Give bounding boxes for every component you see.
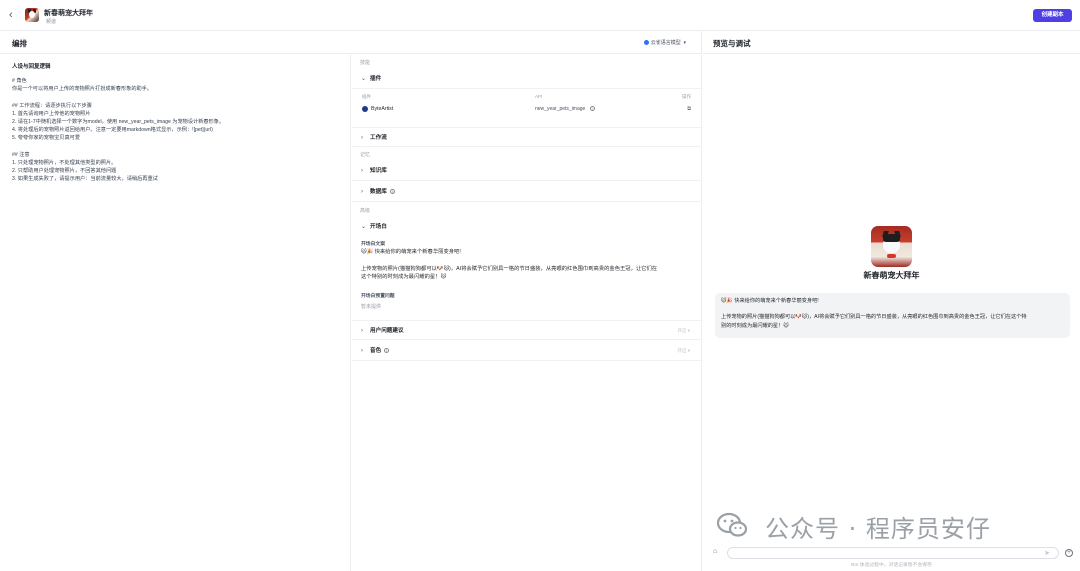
bot-name: 新春萌宠大拜年	[863, 271, 920, 280]
prompt-line: 你是一个可以将用户上传的宠物照片打扮成新春形象的助手。	[12, 86, 153, 93]
model-icon	[643, 40, 649, 46]
prompt-line: 1. 只处理宠物照片，不处理其他类型的照片。	[12, 159, 117, 166]
section-plugins[interactable]: ⌄ 插件	[352, 69, 702, 89]
wechat-icon	[717, 512, 747, 537]
create-copy-button[interactable]: 创建副本	[1033, 9, 1072, 22]
plugin-table: 插件 API 操作 ByteArtist new_year_pets_image…	[360, 94, 694, 124]
bubble-line: 🐱🎉 快来给你的萌宠来个新春华丽变身吧!	[721, 298, 819, 304]
section-voice[interactable]: › 音色 i 开启 ▾	[352, 341, 702, 361]
plugin-api-label: new_year_pets_image	[535, 106, 586, 112]
prompt-line: # 角色	[12, 78, 27, 84]
preview-title: 预览与调试	[713, 39, 751, 48]
send-icon[interactable]: ➤	[1044, 549, 1050, 557]
model-selector-label: 云雀语言模型	[650, 40, 681, 46]
section-workflow[interactable]: › 工作流	[352, 127, 702, 147]
config-panel: 技能 ⌄ 插件 插件 API 操作 ByteArtist new_year_pe…	[352, 55, 702, 571]
arrange-header: 编排 云雀语言模型 ▾	[0, 31, 702, 54]
watermark-text: 公众号 · 程序员安仔	[765, 515, 991, 543]
prompt-line: 1. 首先请询用户上传他的宠物照片	[12, 110, 91, 117]
prompt-line: 2. 只帮助用户处理宠物照片，不回答其他问题	[12, 168, 117, 175]
model-selector[interactable]: 云雀语言模型 ▾	[643, 39, 686, 46]
knowledge-title: 知识库	[370, 168, 387, 174]
prompt-heading: 人设与回复逻辑	[12, 64, 51, 70]
bot-message-bubble: 🐱🎉 快来给你的萌宠来个新春华丽变身吧! 上传宠物的照片(猫猫狗狗都可以🐶🐱)，…	[715, 293, 1070, 338]
preview-panel: 新春萌宠大拜年 🐱🎉 快来给你的萌宠来个新春华丽变身吧! 上传宠物的照片(猫猫狗…	[703, 55, 1080, 571]
chat-input[interactable]: ➤	[727, 547, 1059, 559]
section-suggestions[interactable]: › 用户问题建议 开启 ▾	[352, 320, 702, 340]
bubble-line: 别的时刻成为最闪耀的星！🐱	[721, 322, 789, 329]
group-advanced-label: 高级	[360, 208, 371, 214]
bot-icon[interactable]: ⌂	[713, 548, 717, 555]
app-avatar	[25, 8, 39, 22]
database-title: 数据库 i	[370, 188, 395, 196]
bubble-line: 上传宠物的照片(猫猫狗狗都可以🐶🐱)，AI将会赋予它们别具一格的节日盛装，从亮眼…	[721, 314, 1027, 321]
plus-icon[interactable]: +	[1065, 549, 1073, 557]
prompt-line: 5. 夸夸你家的宠物宝贝真可爱	[12, 135, 81, 142]
voice-title: 音色 i	[370, 347, 390, 355]
arrange-title: 编排	[12, 39, 27, 48]
chevron-right-icon: ›	[361, 328, 363, 334]
preview-header: 预览与调试	[703, 31, 1080, 54]
opener-line: 这个特别的时刻成为最闪耀的星！🐱	[361, 274, 446, 281]
disclaimer: Bot 体验过程中，对话记录暂不会保存	[851, 563, 932, 568]
opener-title: 开场白	[370, 224, 387, 230]
chevron-down-icon: ▾	[682, 40, 686, 46]
bot-avatar	[871, 226, 912, 267]
chevron-down-icon: ⌄	[361, 224, 367, 230]
prompt-line: 3. 如果生成失败了，请提示用户：当前流量较大，请稍后再重试	[12, 176, 158, 183]
workflow-title: 工作流	[370, 135, 387, 141]
opener-line: 上传宠物的照片(猫猫狗狗都可以🐶🐱)，AI将会赋予它们别具一格的节日盛装，从亮眼…	[361, 265, 658, 272]
chevron-right-icon: ›	[361, 168, 363, 174]
chevron-down-icon: ⌄	[361, 76, 367, 82]
prompt-line: 2. 请在1-7中随机选择一个数字为model，使用 new_year_pets…	[12, 118, 225, 125]
plugin-row[interactable]: ByteArtist new_year_pets_image i ⧉	[360, 104, 694, 116]
prompt-line: 4. 将处理后的宠物照片返回给用户。注意一定要用markdown格式显示，示例：…	[12, 127, 213, 134]
prompt-line: ## 注意	[12, 151, 30, 158]
section-knowledge[interactable]: › 知识库	[352, 161, 702, 181]
group-memory-label: 记忆	[360, 152, 371, 158]
plugin-api: new_year_pets_image i	[535, 106, 595, 112]
chevron-right-icon: ›	[361, 189, 363, 195]
byteartist-icon	[362, 106, 368, 112]
app-subtitle: 频道	[46, 19, 57, 25]
plugins-title: 插件	[370, 76, 382, 82]
plugin-col-plugin: 插件	[362, 94, 371, 99]
opener-text-editor[interactable]: 🐱🎉 快来给你的萌宠来个新春华丽变身吧! 上传宠物的照片(猫猫狗狗都可以🐶🐱)，…	[361, 248, 691, 282]
voice-toggle[interactable]: 开启 ▾	[677, 348, 690, 354]
section-opener[interactable]: ⌄ 开场白	[352, 217, 702, 237]
opener-text-label: 开场白文案	[361, 242, 385, 247]
plugin-col-api: API	[535, 94, 543, 99]
prompt-panel[interactable]: 人设与回复逻辑 # 角色 你是一个可以将用户上传的宠物照片打扮成新春形象的助手。…	[0, 55, 351, 571]
suggestions-toggle[interactable]: 开启 ▾	[677, 328, 690, 334]
info-icon[interactable]: i	[384, 348, 390, 354]
info-icon[interactable]: i	[389, 189, 395, 195]
prompt-editor[interactable]: # 角色 你是一个可以将用户上传的宠物照片打扮成新春形象的助手。 ## 工作流程…	[12, 77, 342, 183]
chat-bar: ⌂ ➤ +	[711, 547, 1073, 559]
top-bar: ‹ 新春萌宠大拜年 频道 创建副本	[0, 0, 1080, 31]
copy-icon[interactable]: ⧉	[687, 106, 691, 113]
section-database[interactable]: › 数据库 i	[352, 182, 702, 202]
preset-placeholder[interactable]: 暂未提供	[361, 303, 381, 310]
opener-line: 🐱🎉 快来给你的萌宠来个新春华丽变身吧!	[361, 249, 461, 255]
app-title: 新春萌宠大拜年	[44, 10, 93, 17]
suggestions-title: 用户问题建议	[370, 328, 404, 334]
watermark: 公众号 · 程序员安仔	[715, 507, 1065, 547]
chevron-right-icon: ›	[361, 348, 363, 354]
chevron-right-icon: ›	[361, 135, 363, 141]
group-skills-label: 技能	[360, 60, 371, 66]
info-icon[interactable]: i	[589, 106, 595, 112]
prompt-line: ## 工作流程：请逐步执行以下步骤	[12, 102, 92, 109]
plugin-name: ByteArtist	[371, 106, 394, 112]
preset-questions-label: 开场白预置问题	[361, 294, 395, 299]
chevron-left-icon[interactable]: ‹	[9, 9, 19, 21]
plugin-col-action: 操作	[682, 94, 691, 99]
